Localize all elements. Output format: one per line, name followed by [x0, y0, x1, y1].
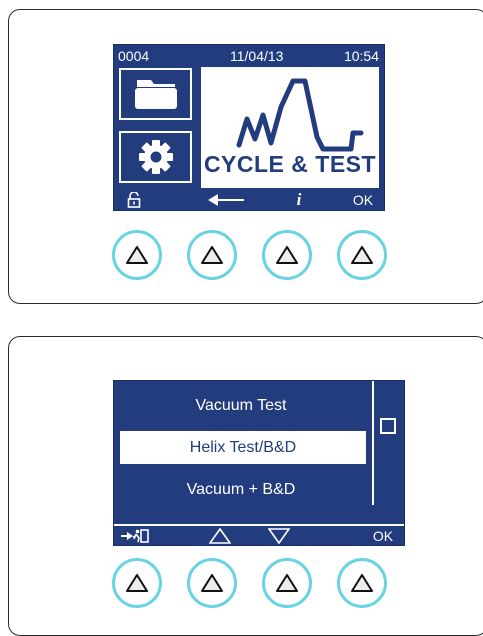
hardware-button-4[interactable] [337, 558, 387, 608]
cycle-and-test-logo[interactable]: CYCLE & TEST [201, 67, 379, 188]
hardware-button-3[interactable] [262, 230, 312, 280]
menu-item-helix-test[interactable]: Helix Test/B&D [118, 429, 368, 466]
softkey-back[interactable] [199, 190, 255, 210]
back-arrow-icon [208, 194, 244, 206]
menu-item-vacuum-bd[interactable]: Vacuum + B&D [114, 471, 368, 508]
exit-icon [121, 528, 149, 543]
scrollbar-thumb[interactable] [380, 418, 396, 434]
up-triangle-icon [126, 574, 148, 592]
cycle-waveform-graphic [236, 78, 364, 152]
scrollbar[interactable] [372, 381, 402, 505]
up-triangle-icon [126, 246, 148, 264]
settings-button[interactable] [119, 131, 192, 183]
logo-text: CYCLE & TEST [203, 151, 377, 177]
up-triangle-icon [351, 574, 373, 592]
softkey-exit[interactable] [118, 526, 152, 545]
softkey-ok[interactable]: OK [346, 190, 380, 210]
date-display: 11/04/13 [230, 48, 284, 64]
device-panel-menu: Vacuum Test Helix Test/B&D Vacuum + B&D [8, 336, 483, 636]
cycle-counter: 0004 [118, 48, 150, 64]
up-triangle-icon [276, 246, 298, 264]
hardware-button-4[interactable] [337, 230, 387, 280]
up-triangle-icon [201, 574, 223, 592]
hardware-button-2[interactable] [187, 558, 237, 608]
lcd-screen-menu: Vacuum Test Helix Test/B&D Vacuum + B&D [113, 380, 405, 546]
lcd-screen-main: 0004 11/04/13 10:54 CYCLE & TEST i OK [113, 44, 385, 211]
time-display: 10:54 [343, 48, 379, 64]
up-triangle-icon [209, 527, 231, 544]
hardware-button-1[interactable] [112, 558, 162, 608]
up-triangle-icon [351, 246, 373, 264]
gear-icon [138, 140, 173, 174]
softkey-up[interactable] [200, 526, 240, 545]
up-triangle-icon [276, 574, 298, 592]
hardware-button-3[interactable] [262, 558, 312, 608]
folder-button[interactable] [119, 68, 192, 120]
hardware-button-1[interactable] [112, 230, 162, 280]
softkey-bar: OK [114, 524, 404, 545]
hardware-button-2[interactable] [187, 230, 237, 280]
softkey-bar: i OK [114, 190, 384, 210]
unlock-icon [127, 192, 141, 208]
down-triangle-icon [268, 527, 290, 544]
info-icon[interactable]: i [279, 190, 319, 210]
softkey-down[interactable] [259, 526, 299, 545]
folder-icon [134, 80, 177, 109]
menu-item-vacuum-test[interactable]: Vacuum Test [114, 387, 368, 424]
softkey-lock[interactable] [116, 190, 152, 210]
up-triangle-icon [201, 246, 223, 264]
device-panel-main: 0004 11/04/13 10:54 CYCLE & TEST i OK [8, 9, 483, 304]
softkey-ok[interactable]: OK [366, 526, 400, 545]
